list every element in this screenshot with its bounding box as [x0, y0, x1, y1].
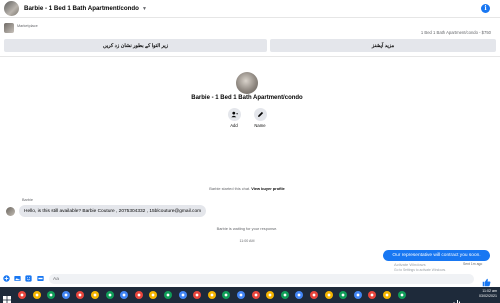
taskbar-app-icon[interactable]: [222, 291, 231, 299]
add-label: Add: [230, 123, 238, 128]
gif-icon[interactable]: [37, 275, 44, 282]
listing-summary[interactable]: 1 Bed 1 Bath Apartment/condo - $750: [421, 30, 491, 35]
taskbar-app-icon[interactable]: [178, 291, 187, 299]
sent-status: Sent 1m ago: [463, 262, 483, 266]
clock-date: 03/02/2021: [479, 294, 497, 298]
view-buyer-profile-link[interactable]: View buyer profile: [251, 186, 284, 191]
name-label: Name: [254, 123, 266, 128]
system-tray-icons[interactable]: [452, 292, 462, 303]
chevron-down-icon: ▼: [141, 5, 147, 12]
messenger-window: Barbie - 1 Bed 1 Bath Apartment/condo ▼ …: [0, 0, 500, 303]
add-person-icon[interactable]: [227, 108, 241, 121]
taskbar-app-icon[interactable]: [91, 291, 99, 299]
pencil-icon[interactable]: [253, 108, 267, 121]
plus-circle-icon[interactable]: [3, 275, 10, 282]
add-action[interactable]: Add: [225, 108, 243, 128]
incoming-message[interactable]: Hello, is this still available? Barbie C…: [19, 205, 207, 217]
sender-avatar[interactable]: [6, 207, 15, 216]
conversation-header: Barbie - 1 Bed 1 Bath Apartment/condo ▼ …: [0, 0, 500, 18]
sender-name: Barbie: [22, 198, 33, 202]
taskbar: 11:02 am 03/02/2021: [0, 287, 500, 303]
more-options-button[interactable]: مزید آپشنز: [270, 39, 496, 52]
taskbar-app-icon[interactable]: [164, 291, 172, 299]
taskbar-app-icon[interactable]: [47, 291, 56, 299]
mark-as-pending-button[interactable]: زیر التوا کے بطور نشان زد کریں: [4, 39, 267, 52]
taskbar-app-icon[interactable]: [32, 291, 41, 299]
profile-avatar: [236, 72, 258, 94]
listing-thumbnail[interactable]: [4, 23, 14, 33]
taskbar-app-icon[interactable]: [353, 291, 362, 299]
activate-windows-subtitle: Go to Settings to activate Windows.: [394, 268, 447, 272]
taskbar-app-icon[interactable]: [251, 291, 260, 299]
profile-name: Barbie - 1 Bed 1 Bath Apartment/condo: [191, 95, 303, 101]
taskbar-app-icon[interactable]: [324, 291, 333, 299]
windows-start-icon[interactable]: [3, 291, 11, 303]
taskbar-app-icon[interactable]: [193, 291, 202, 299]
taskbar-app-icon[interactable]: [18, 291, 26, 299]
taskbar-app-icon[interactable]: [368, 291, 377, 299]
activate-windows-title: Activate Windows: [394, 262, 426, 267]
conversation-title[interactable]: Barbie - 1 Bed 1 Bath Apartment/condo ▼: [24, 5, 147, 12]
image-icon[interactable]: [14, 275, 21, 282]
taskbar-app-icon[interactable]: [237, 291, 245, 299]
taskbar-app-icon[interactable]: [310, 291, 318, 299]
taskbar-app-icon[interactable]: [105, 291, 114, 299]
taskbar-app-icon[interactable]: [207, 291, 216, 299]
waiting-notice: Barbie is waiting for your response.: [216, 226, 278, 231]
taskbar-app-icon[interactable]: [397, 291, 406, 299]
avatar[interactable]: [4, 1, 19, 16]
sticker-icon[interactable]: [25, 275, 32, 282]
taskbar-app-icon[interactable]: [61, 291, 70, 299]
thumbs-up-icon[interactable]: [482, 274, 491, 287]
taskbar-app-icon[interactable]: [280, 291, 289, 299]
chat-started-notice: Barbie started this chat. View buyer pro…: [0, 186, 494, 191]
system-clock[interactable]: 11:02 am 03/02/2021: [479, 289, 497, 299]
taskbar-app-icon[interactable]: [266, 291, 275, 299]
name-action[interactable]: Name: [251, 108, 269, 128]
taskbar-app-icon[interactable]: [134, 291, 143, 299]
taskbar-app-icon[interactable]: [76, 291, 85, 299]
outgoing-message[interactable]: Our representative will contract you soo…: [383, 250, 490, 261]
divider: [0, 56, 500, 57]
taskbar-app-icon[interactable]: [120, 291, 129, 299]
conversation-title-text: Barbie - 1 Bed 1 Bath Apartment/condo: [24, 5, 139, 12]
taskbar-app-icon[interactable]: [295, 291, 304, 299]
chat-started-text: Barbie started this chat.: [209, 186, 251, 191]
info-icon[interactable]: i: [481, 4, 490, 13]
time-divider: 11:00 AM: [239, 239, 255, 243]
taskbar-app-icon[interactable]: [149, 291, 158, 299]
marketplace-bar: Marketplace 1 Bed 1 Bath Apartment/condo…: [0, 19, 500, 37]
taskbar-app-icon[interactable]: [339, 291, 348, 299]
message-input[interactable]: Aa: [49, 274, 474, 284]
taskbar-app-icon[interactable]: [383, 291, 391, 299]
marketplace-label: Marketplace: [17, 24, 38, 28]
